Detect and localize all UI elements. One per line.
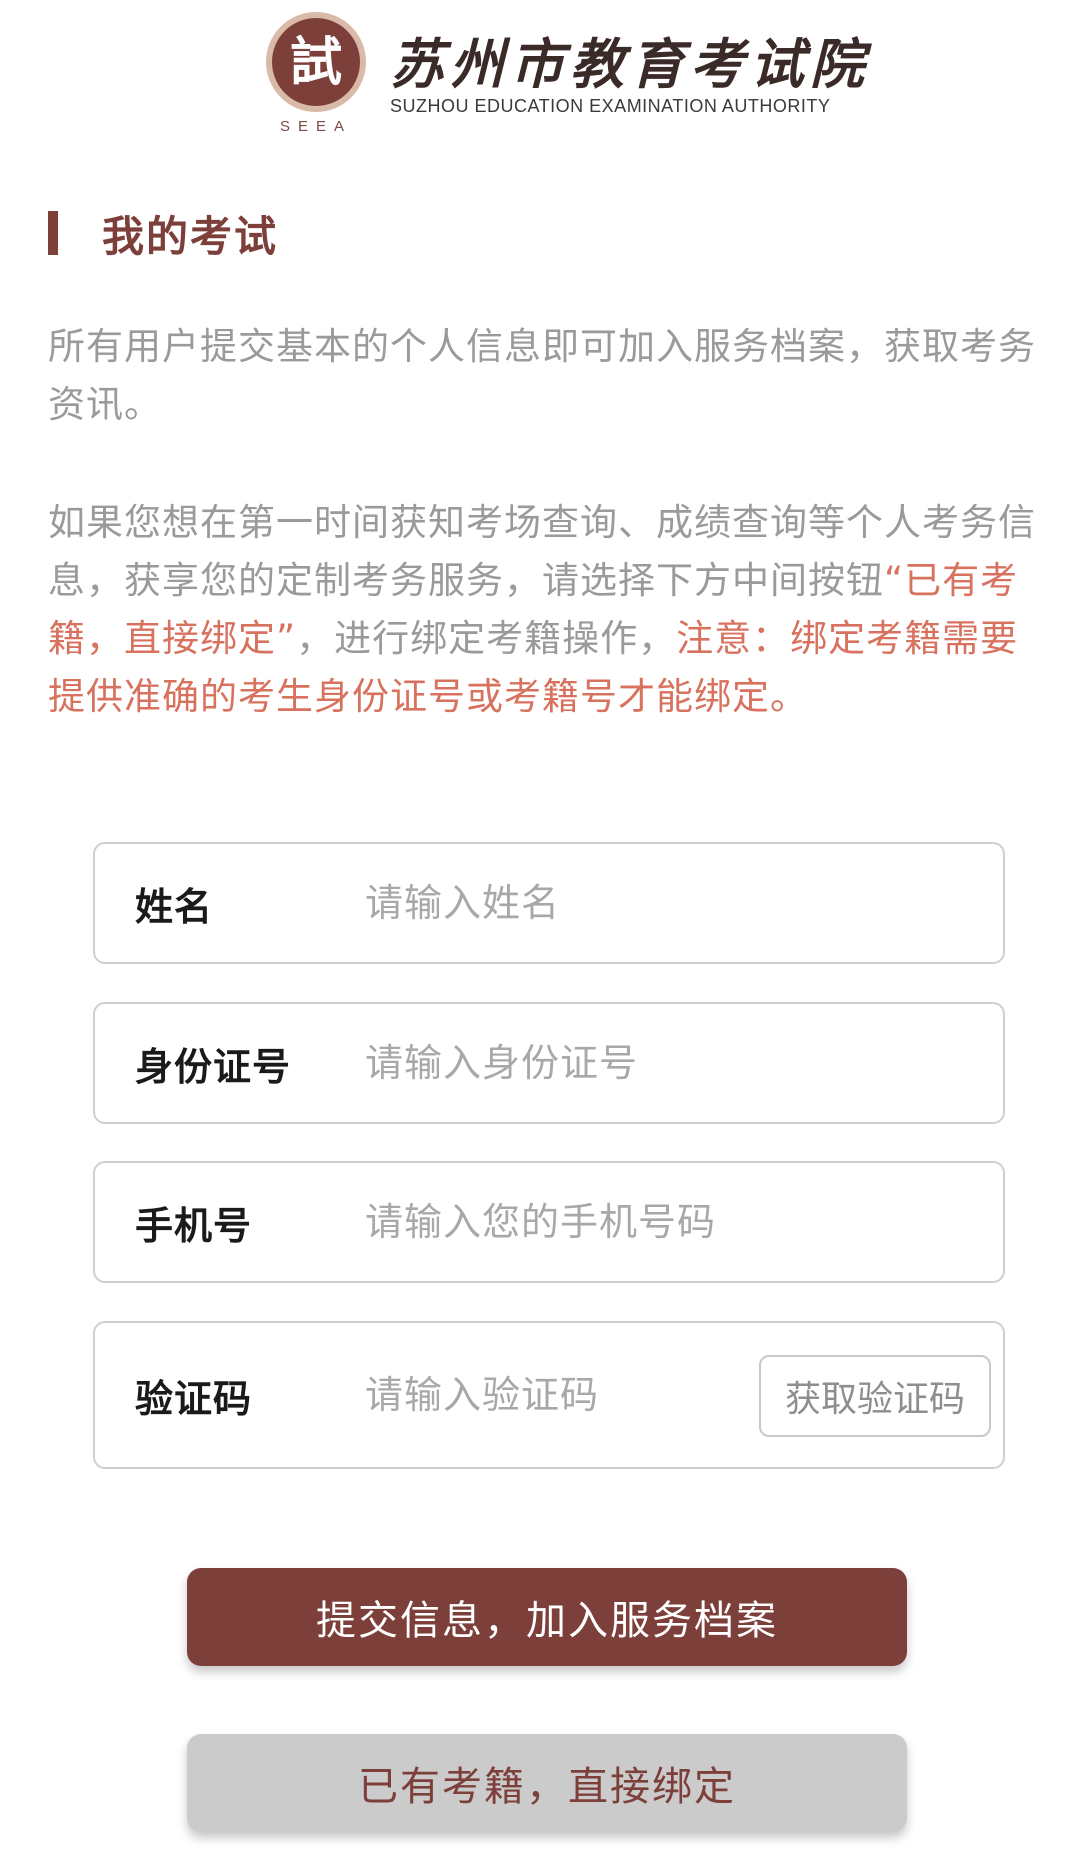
page: 試 SEEA 苏州市教育考试院 SUZHOU EDUCATION EXAMINA… [0,0,1080,1864]
intro-paragraph-2-middle: ，进行绑定考籍操作， [296,617,677,660]
section-header: 我的考试 [48,208,278,261]
id-number-label: 身份证号 [135,1044,292,1089]
seal-caption: SEEA [279,118,353,135]
seal-logo-icon: 試 [266,12,366,112]
phone-label: 手机号 [135,1203,253,1248]
name-label: 姓名 [135,884,214,929]
page-title: 我的考试 [102,211,279,261]
phone-field: 手机号 [93,1161,1005,1283]
verification-code-input[interactable] [365,1323,745,1467]
phone-input[interactable] [365,1163,925,1281]
verification-code-field: 验证码 获取验证码 [93,1321,1005,1469]
org-name-en: SUZHOU EDUCATION EXAMINATION AUTHORITY [390,96,831,116]
org-name-cn: 苏州市教育考试院 [390,32,870,96]
bind-exam-record-button[interactable]: 已有考籍，直接绑定 [187,1734,907,1832]
submit-info-button[interactable]: 提交信息，加入服务档案 [187,1568,907,1666]
intro-paragraph-2: 如果您想在第一时间获知考场查询、成绩查询等个人考务信息，获享您的定制考务服务，请… [48,494,1038,726]
name-field: 姓名 [93,842,1005,964]
header: 試 SEEA 苏州市教育考试院 SUZHOU EDUCATION EXAMINA… [258,6,878,146]
intro-paragraph-1: 所有用户提交基本的个人信息即可加入服务档案，获取考务资讯。 [48,325,1036,426]
seal-char: 試 [290,32,342,93]
id-number-field: 身份证号 [93,1002,1005,1124]
get-code-button[interactable]: 获取验证码 [759,1355,991,1437]
id-number-input[interactable] [365,1004,925,1122]
verification-code-label: 验证码 [135,1376,253,1421]
name-input[interactable] [365,844,925,962]
title-accent-bar [48,211,58,255]
